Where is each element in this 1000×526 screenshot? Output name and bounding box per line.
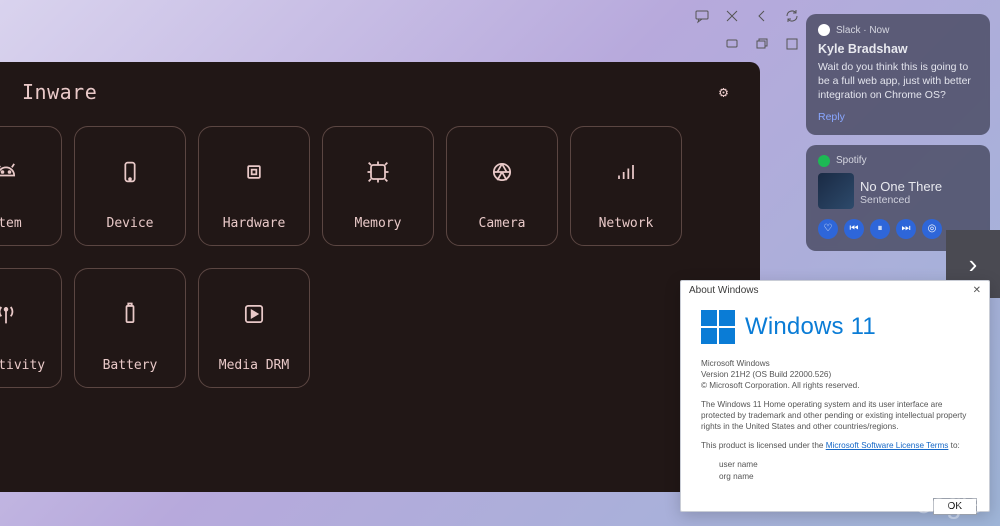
notification-source: Slack · Now bbox=[836, 25, 889, 36]
tile-label: stem bbox=[0, 216, 22, 231]
dialog-title: About Windows bbox=[689, 285, 758, 296]
android-icon bbox=[0, 127, 20, 216]
about-paragraph: The Windows 11 Home operating system and… bbox=[701, 399, 969, 432]
about-line: © Microsoft Corporation. All rights rese… bbox=[701, 381, 859, 390]
next-button[interactable]: ⏭ bbox=[896, 219, 916, 239]
gear-icon[interactable]: ⚙ bbox=[719, 83, 728, 101]
license-line: This product is licensed under the Micro… bbox=[701, 440, 969, 451]
restore-icon[interactable] bbox=[754, 36, 770, 52]
tile-label: Device bbox=[107, 216, 154, 231]
close-icon[interactable] bbox=[724, 8, 740, 24]
tile-label: Memory bbox=[355, 216, 402, 231]
inware-title: Inware bbox=[22, 80, 97, 104]
windows-brand: Windows 11 bbox=[745, 313, 876, 341]
notification-sender: Kyle Bradshaw bbox=[818, 42, 978, 56]
track-artist: Sentenced bbox=[860, 194, 942, 206]
tile-label: nnectivity bbox=[0, 358, 45, 373]
tile-label: Network bbox=[599, 216, 654, 231]
cast-button[interactable]: ◎ bbox=[922, 219, 942, 239]
app-window-controls bbox=[694, 8, 800, 24]
back-icon[interactable] bbox=[754, 8, 770, 24]
like-button[interactable]: ♡ bbox=[818, 219, 838, 239]
licensed-org: org name bbox=[719, 472, 754, 481]
aperture-icon bbox=[488, 127, 516, 216]
phone-icon bbox=[116, 127, 144, 216]
notification-body: Wait do you think this is going to be a … bbox=[818, 60, 978, 103]
tile-hardware[interactable]: Hardware bbox=[198, 126, 310, 246]
tile-device[interactable]: Device bbox=[74, 126, 186, 246]
about-line: Version 21H2 (OS Build 22000.526) bbox=[701, 370, 831, 379]
track-title: No One There bbox=[860, 179, 942, 194]
notification-source: Spotify bbox=[836, 155, 867, 166]
tile-nnectivity[interactable]: nnectivity bbox=[0, 268, 62, 388]
slack-icon bbox=[818, 24, 830, 36]
inware-app-panel: Inware ⚙ stem Device Hardware Memory Camera N… bbox=[0, 62, 760, 492]
license-link[interactable]: Microsoft Software License Terms bbox=[826, 441, 949, 450]
sync-icon[interactable] bbox=[784, 8, 800, 24]
watermark-text: oogle bbox=[916, 488, 982, 520]
antenna-icon bbox=[0, 269, 20, 358]
album-art bbox=[818, 173, 854, 209]
tablet-icon[interactable] bbox=[724, 36, 740, 52]
chip-icon bbox=[240, 127, 268, 216]
tile-battery[interactable]: Battery bbox=[74, 268, 186, 388]
reply-button[interactable]: Reply bbox=[818, 111, 978, 123]
chat-icon[interactable] bbox=[694, 8, 710, 24]
windows-logo-icon bbox=[701, 310, 735, 344]
tile-media-drm[interactable]: Media DRM bbox=[198, 268, 310, 388]
tile-network[interactable]: Network bbox=[570, 126, 682, 246]
maximize-icon[interactable] bbox=[784, 36, 800, 52]
spotify-icon bbox=[818, 155, 830, 167]
notification-slack[interactable]: Slack · Now Kyle Bradshaw Wait do you th… bbox=[806, 14, 990, 135]
tile-label: Media DRM bbox=[219, 358, 289, 373]
prev-button[interactable]: ⏮ bbox=[844, 219, 864, 239]
licensed-user: user name bbox=[719, 460, 758, 469]
about-line: Microsoft Windows bbox=[701, 359, 770, 368]
about-windows-dialog: About Windows ✕ Windows 11 Microsoft Win… bbox=[680, 280, 990, 512]
pause-button[interactable]: ⏸ bbox=[870, 219, 890, 239]
tile-label: Battery bbox=[103, 358, 158, 373]
signal-icon bbox=[612, 127, 640, 216]
battery-icon bbox=[116, 269, 144, 358]
memory-icon bbox=[364, 127, 392, 216]
tile-stem[interactable]: stem bbox=[0, 126, 62, 246]
notification-stack: Slack · Now Kyle Bradshaw Wait do you th… bbox=[806, 14, 990, 251]
chevron-right-icon: › bbox=[969, 249, 978, 280]
play-box-icon bbox=[240, 269, 268, 358]
tile-camera[interactable]: Camera bbox=[446, 126, 558, 246]
tile-label: Hardware bbox=[223, 216, 286, 231]
tile-label: Camera bbox=[479, 216, 526, 231]
tile-memory[interactable]: Memory bbox=[322, 126, 434, 246]
close-icon[interactable]: ✕ bbox=[973, 285, 981, 296]
